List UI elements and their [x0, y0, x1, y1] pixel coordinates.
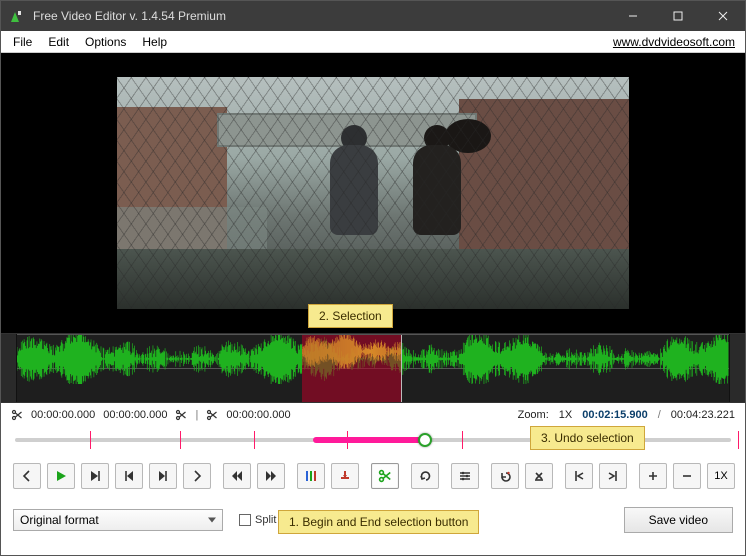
video-scene-fence: [117, 77, 629, 309]
close-button[interactable]: [700, 1, 745, 31]
set-marker-button[interactable]: [331, 463, 359, 489]
begin-end-selection-button[interactable]: [371, 463, 399, 489]
menu-help[interactable]: Help: [134, 33, 175, 51]
trim-left-from: 00:00:00.000: [31, 409, 95, 421]
waveform-body[interactable]: [17, 334, 729, 402]
output-format-value: Original format: [20, 513, 99, 527]
annotation-begin-end: 1. Begin and End selection button: [278, 510, 479, 534]
prev-group-button[interactable]: [13, 463, 41, 489]
zoom-out-button[interactable]: [673, 463, 701, 489]
playhead-marker[interactable]: [401, 334, 402, 402]
app-window: Free Video Editor v. 1.4.54 Premium File…: [0, 0, 746, 556]
menu-options[interactable]: Options: [77, 33, 134, 51]
seek-marker[interactable]: [254, 431, 255, 449]
seek-thumb[interactable]: [418, 433, 432, 447]
go-start-button[interactable]: [223, 463, 251, 489]
play-selection-button[interactable]: [81, 463, 109, 489]
zoom-value: 1X: [559, 409, 572, 421]
selection-to-start-button[interactable]: [565, 463, 593, 489]
menubar: File Edit Options Help www.dvdvideosoft.…: [1, 31, 745, 53]
delete-selection-button[interactable]: [525, 463, 553, 489]
minimize-button[interactable]: [610, 1, 655, 31]
seek-marker[interactable]: [180, 431, 181, 449]
markers-button[interactable]: [297, 463, 325, 489]
play-button[interactable]: [47, 463, 75, 489]
video-frame[interactable]: [117, 77, 629, 309]
menu-edit[interactable]: Edit: [40, 33, 77, 51]
step-back-button[interactable]: [115, 463, 143, 489]
app-logo-icon: [9, 8, 25, 24]
video-preview-area: [1, 53, 745, 333]
time-readout-row: 00:00:00.000 00:00:00.000 | 00:00:00.000…: [1, 403, 745, 421]
site-link[interactable]: www.dvdvideosoft.com: [613, 35, 735, 49]
titlebar: Free Video Editor v. 1.4.54 Premium: [1, 1, 745, 31]
step-forward-button[interactable]: [149, 463, 177, 489]
waveform-gutter-left[interactable]: [1, 334, 17, 402]
trim-left-to: 00:00:00.000: [103, 409, 167, 421]
waveform-gutter-right[interactable]: [729, 334, 745, 402]
current-time: 00:02:15.900: [582, 409, 647, 421]
checkbox-box: [239, 514, 251, 526]
zoom-reset-button[interactable]: 1X: [707, 463, 735, 489]
next-group-button[interactable]: [183, 463, 211, 489]
seek-marker[interactable]: [738, 431, 739, 449]
waveform-selection[interactable]: [302, 334, 402, 402]
annotation-selection: 2. Selection: [308, 304, 393, 328]
undo-selection-button[interactable]: [491, 463, 519, 489]
window-title: Free Video Editor v. 1.4.54 Premium: [33, 9, 610, 23]
zoom-label: Zoom:: [518, 409, 549, 421]
rotate-button[interactable]: [411, 463, 439, 489]
edit-toolbar: 1X: [1, 453, 745, 501]
menu-file[interactable]: File: [5, 33, 40, 51]
annotation-undo: 3. Undo selection: [530, 426, 645, 450]
trim-right-from: 00:00:00.000: [226, 409, 290, 421]
output-format-select[interactable]: Original format: [13, 509, 223, 531]
waveform-track[interactable]: [1, 333, 745, 403]
zoom-in-button[interactable]: [639, 463, 667, 489]
seek-selection[interactable]: [313, 437, 425, 443]
settings-button[interactable]: [451, 463, 479, 489]
save-video-button[interactable]: Save video: [624, 507, 733, 533]
selection-to-end-button[interactable]: [599, 463, 627, 489]
scissors-icon: [11, 409, 23, 421]
maximize-button[interactable]: [655, 1, 700, 31]
scissors-icon: [175, 409, 187, 421]
save-video-label: Save video: [649, 513, 708, 527]
seek-marker[interactable]: [90, 431, 91, 449]
scissors-icon: [206, 409, 218, 421]
time-sep-slash: /: [658, 409, 661, 421]
time-sep: |: [195, 409, 198, 421]
go-end-button[interactable]: [257, 463, 285, 489]
seek-marker[interactable]: [462, 431, 463, 449]
total-time: 00:04:23.221: [671, 409, 735, 421]
waveform-selection-orange: [302, 334, 402, 369]
